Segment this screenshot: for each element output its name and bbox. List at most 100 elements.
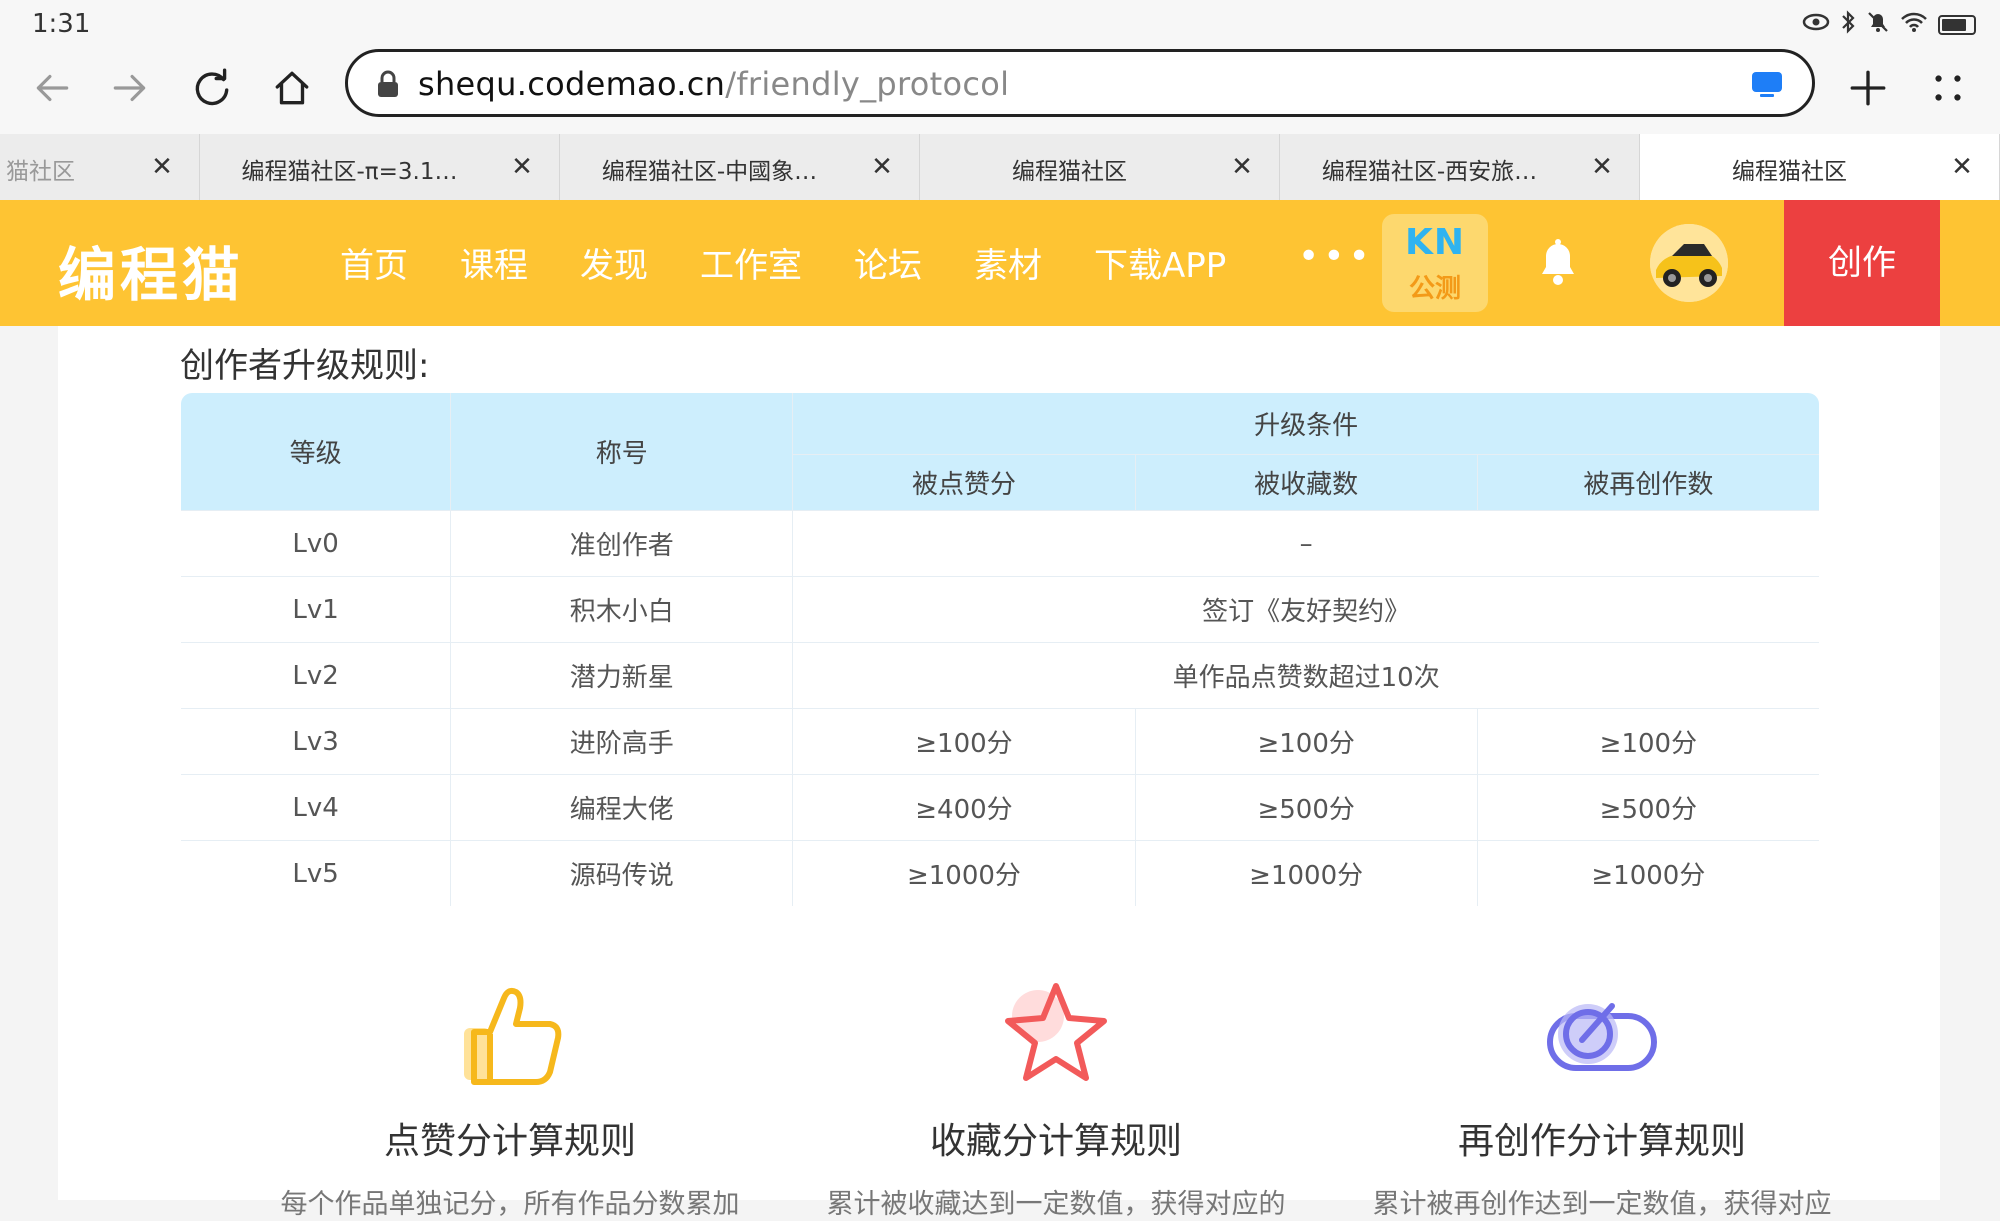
close-icon[interactable]: ✕ [1227, 152, 1257, 182]
feature-title: 收藏分计算规则 [929, 1121, 1182, 1162]
cell-title: 潜力新星 [450, 642, 794, 709]
cell-title: 进阶高手 [450, 708, 794, 775]
cell-title: 编程大佬 [450, 774, 794, 841]
tab-title: 猫社区 [6, 159, 75, 185]
new-tab-button[interactable] [1838, 58, 1898, 118]
tab-2[interactable]: 编程猫社区-中國象… ✕ [560, 134, 920, 200]
cell-likes: ≥1000分 [792, 840, 1136, 906]
mute-bell-icon [1866, 10, 1890, 40]
url-host: shequ.codemao.cn [418, 65, 726, 103]
bell-icon[interactable] [1534, 236, 1582, 288]
section-title: 创作者升级规则: [180, 346, 430, 386]
cast-screen-icon[interactable] [1750, 70, 1784, 98]
tab-3[interactable]: 编程猫社区 ✕ [920, 134, 1280, 200]
menu-button[interactable] [1918, 58, 1978, 118]
feature-title: 再创作分计算规则 [1457, 1121, 1746, 1162]
content-panel: 创作者升级规则: 等级 称号 升级条件 被点赞分 被收藏数 被再创作数 Lv0 … [58, 326, 1940, 1220]
close-icon[interactable]: ✕ [1947, 152, 1977, 182]
bluetooth-icon [1840, 10, 1856, 40]
cell-condition: 单作品点赞数超过10次 [792, 642, 1819, 709]
cell-level: Lv0 [181, 510, 452, 577]
remix-loop-icon [1547, 1003, 1657, 1071]
eye-icon [1802, 12, 1830, 38]
table-row: Lv5 源码传说 ≥1000分 ≥1000分 ≥1000分 [181, 840, 1819, 906]
browser-toolbar: shequ.codemao.cn/friendly_protocol [0, 44, 2000, 134]
status-icons [1802, 10, 1976, 40]
cell-title: 源码传说 [450, 840, 794, 906]
cell-condition: – [792, 510, 1819, 577]
address-bar[interactable]: shequ.codemao.cn/friendly_protocol [345, 49, 1815, 117]
home-icon [275, 71, 309, 105]
cell-title: 积木小白 [450, 576, 794, 643]
kn-beta-badge[interactable]: KN 公测 [1382, 214, 1488, 312]
arrow-left-icon [36, 74, 69, 102]
tab-4[interactable]: 编程猫社区-西安旅… ✕ [1280, 134, 1640, 200]
table-row: Lv4 编程大佬 ≥400分 ≥500分 ≥500分 [181, 774, 1819, 841]
header-title: 称号 [450, 393, 794, 511]
site-nav: 首页 课程 发现 工作室 论坛 素材 下载APP [340, 238, 1278, 287]
site-logo[interactable]: 编程猫 [58, 228, 244, 312]
header-likes: 被点赞分 [792, 454, 1136, 511]
reload-button[interactable] [182, 58, 242, 118]
cell-title: 准创作者 [450, 510, 794, 577]
cell-likes: ≥100分 [792, 708, 1136, 775]
wifi-icon [1900, 11, 1928, 39]
cell-level: Lv1 [181, 576, 452, 643]
close-icon[interactable]: ✕ [507, 152, 537, 182]
create-button[interactable]: 创作 [1784, 200, 1940, 326]
tab-strip: 猫社区 ✕ 编程猫社区-π=3.1… ✕ 编程猫社区-中國象… ✕ 编程猫社区 … [0, 134, 2000, 200]
home-button[interactable] [262, 58, 322, 118]
feature-desc: 累计被再创作达到一定数值，获得对应 [1372, 1189, 1832, 1220]
table-row: Lv3 进阶高手 ≥100分 ≥100分 ≥100分 [181, 708, 1819, 775]
nav-forum[interactable]: 论坛 [854, 238, 922, 287]
cell-likes: ≥400分 [792, 774, 1136, 841]
header-conditions: 升级条件 [792, 393, 1819, 455]
cell-remixes: ≥500分 [1476, 774, 1819, 841]
site-header: 编程猫 首页 课程 发现 工作室 论坛 素材 下载APP ••• KN 公测 创… [0, 200, 2000, 326]
table-header-row: 等级 称号 升级条件 [181, 393, 1819, 511]
cell-remixes: ≥100分 [1476, 708, 1819, 775]
cell-level: Lv3 [181, 708, 452, 775]
kn-label: KN [1404, 222, 1466, 263]
cell-favorites: ≥500分 [1134, 774, 1478, 841]
cell-level: Lv2 [181, 642, 452, 709]
header-favorites: 被收藏数 [1134, 454, 1478, 511]
nav-discover[interactable]: 发现 [580, 238, 648, 287]
close-icon[interactable]: ✕ [1587, 152, 1617, 182]
nav-studio[interactable]: 工作室 [700, 238, 802, 287]
upgrade-rules-table: 等级 称号 升级条件 被点赞分 被收藏数 被再创作数 Lv0 准创作者 – Lv… [180, 392, 1820, 907]
nav-download-app[interactable]: 下载APP [1094, 238, 1226, 287]
feature-likes: 点赞分计算规则 每个作品单独记分，所有作品分数累加 [230, 976, 790, 1221]
cell-remixes: ≥1000分 [1476, 840, 1819, 906]
back-button[interactable] [22, 58, 82, 118]
tab-title: 编程猫社区-中國象… [601, 159, 818, 185]
kn-beta-label: 公测 [1408, 274, 1461, 304]
tab-title: 编程猫社区 [1012, 159, 1127, 185]
forward-button[interactable] [100, 58, 160, 118]
arrow-right-icon [113, 74, 146, 102]
battery-icon [1938, 15, 1976, 35]
table-row: Lv1 积木小白 签订《友好契约》 [181, 576, 1819, 643]
lock-icon [378, 70, 398, 97]
tab-0[interactable]: 猫社区 ✕ [0, 134, 200, 200]
nav-materials[interactable]: 素材 [974, 238, 1042, 287]
nav-home[interactable]: 首页 [340, 238, 408, 287]
tab-1[interactable]: 编程猫社区-π=3.1… ✕ [200, 134, 560, 200]
tab-5-active[interactable]: 编程猫社区 ✕ [1640, 134, 2000, 200]
url-path: /friendly_protocol [725, 65, 1010, 103]
cell-favorites: ≥100分 [1134, 708, 1478, 775]
header-remixes: 被再创作数 [1476, 454, 1819, 511]
cell-level: Lv5 [181, 840, 452, 906]
tab-title: 编程猫社区-西安旅… [1321, 159, 1538, 185]
close-icon[interactable]: ✕ [147, 152, 177, 182]
feature-favorites: 收藏分计算规则 累计被收藏达到一定数值，获得对应的 [776, 976, 1336, 1221]
star-icon [1005, 983, 1107, 1081]
feature-desc: 每个作品单独记分，所有作品分数累加 [280, 1189, 740, 1220]
cell-favorites: ≥1000分 [1134, 840, 1478, 906]
nav-courses[interactable]: 课程 [460, 238, 528, 287]
close-icon[interactable]: ✕ [867, 152, 897, 182]
status-bar: 1:31 [0, 0, 2000, 44]
feature-title: 点赞分计算规则 [383, 1121, 636, 1162]
nav-more-button[interactable]: ••• [1298, 236, 1374, 277]
avatar[interactable] [1650, 224, 1728, 302]
